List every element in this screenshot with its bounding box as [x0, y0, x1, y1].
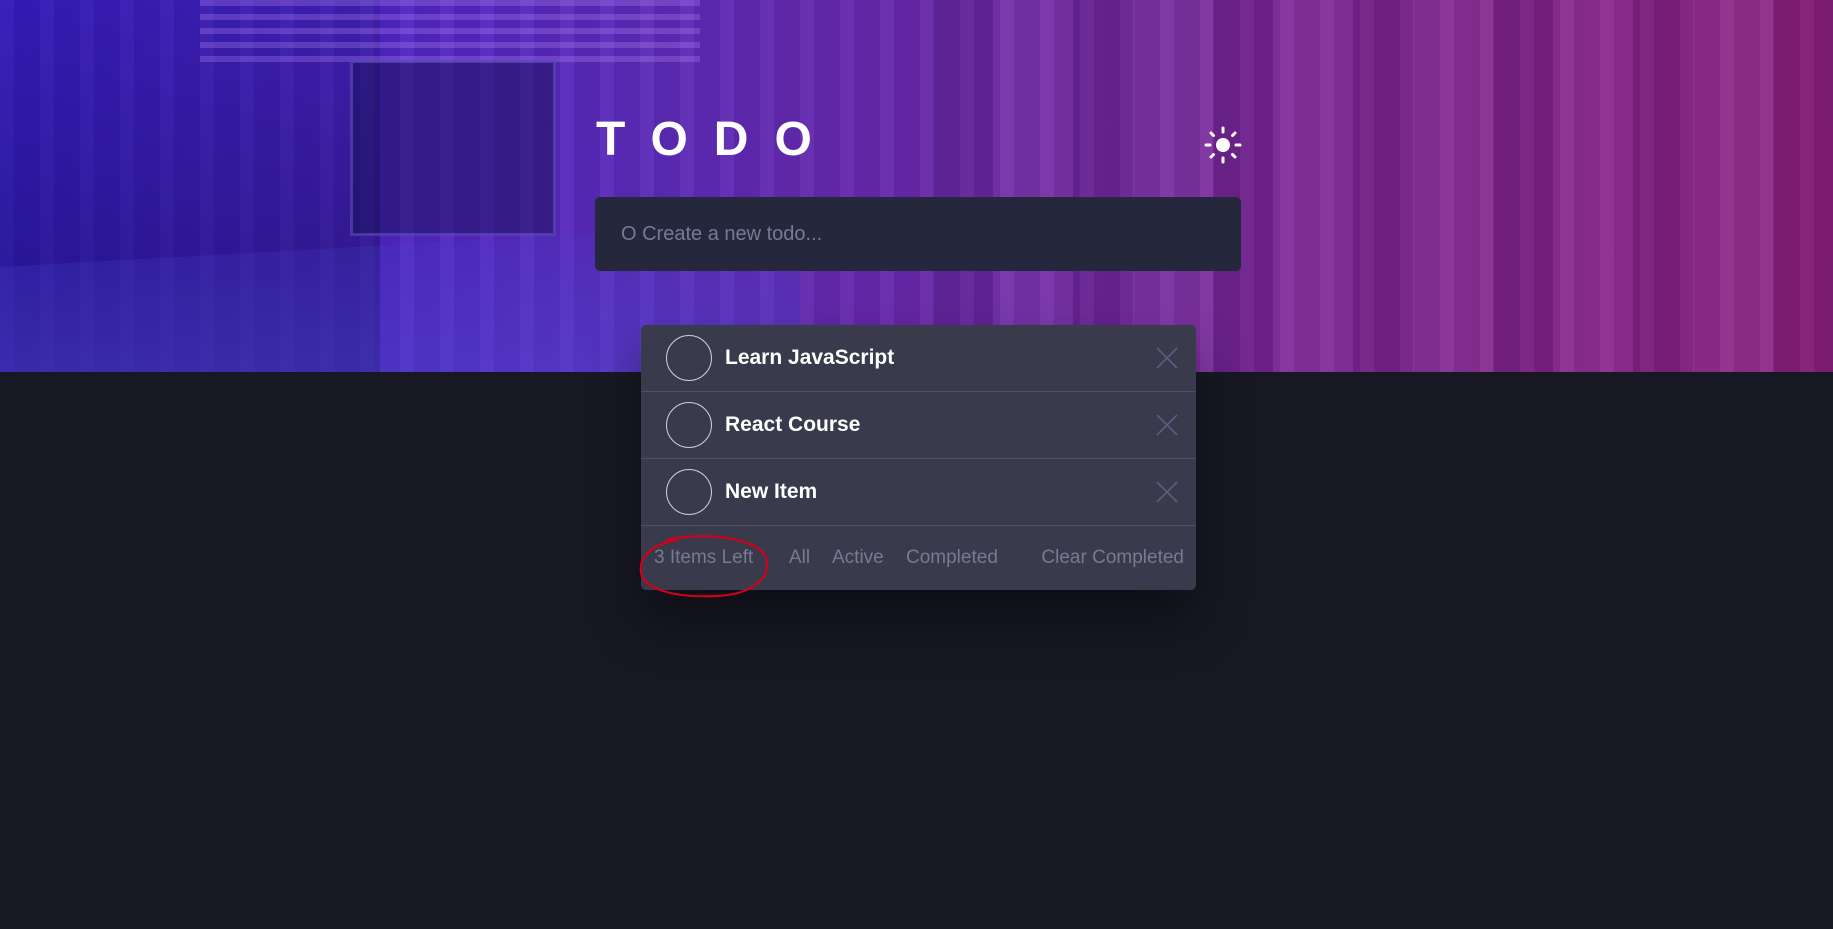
- hero-background: [0, 0, 1833, 372]
- todo-checkbox[interactable]: [666, 469, 712, 515]
- todo-text: React Course: [725, 413, 861, 436]
- todo-item[interactable]: React Course: [641, 392, 1196, 459]
- todo-text: Learn JavaScript: [725, 346, 895, 369]
- todo-list: Learn JavaScript React Course New Item 3…: [641, 325, 1196, 590]
- todo-checkbox[interactable]: [666, 402, 712, 448]
- todo-item[interactable]: Learn JavaScript: [641, 325, 1196, 392]
- filter-active-button[interactable]: Active: [832, 547, 884, 569]
- cross-icon[interactable]: [1156, 347, 1178, 369]
- app-title: TODO: [596, 113, 838, 166]
- items-left-count: 3 Items Left: [654, 547, 754, 568]
- todo-text: New Item: [725, 480, 818, 503]
- new-todo-input[interactable]: [619, 221, 1217, 247]
- sun-icon: [1204, 126, 1242, 164]
- filter-completed-button[interactable]: Completed: [906, 547, 998, 569]
- clear-completed-button[interactable]: Clear Completed: [1041, 547, 1184, 569]
- cross-icon[interactable]: [1156, 414, 1178, 436]
- todo-footer: 3 Items Left All Active Completed Clear …: [641, 526, 1196, 590]
- todo-item[interactable]: New Item: [641, 459, 1196, 526]
- todo-checkbox[interactable]: [666, 335, 712, 381]
- hero-pillars: [933, 0, 1833, 372]
- theme-toggle-button[interactable]: [1204, 126, 1242, 164]
- cross-icon[interactable]: [1156, 481, 1178, 503]
- hero-doorway: [350, 60, 556, 236]
- filter-all-button[interactable]: All: [789, 547, 810, 569]
- new-todo-field[interactable]: [595, 197, 1241, 271]
